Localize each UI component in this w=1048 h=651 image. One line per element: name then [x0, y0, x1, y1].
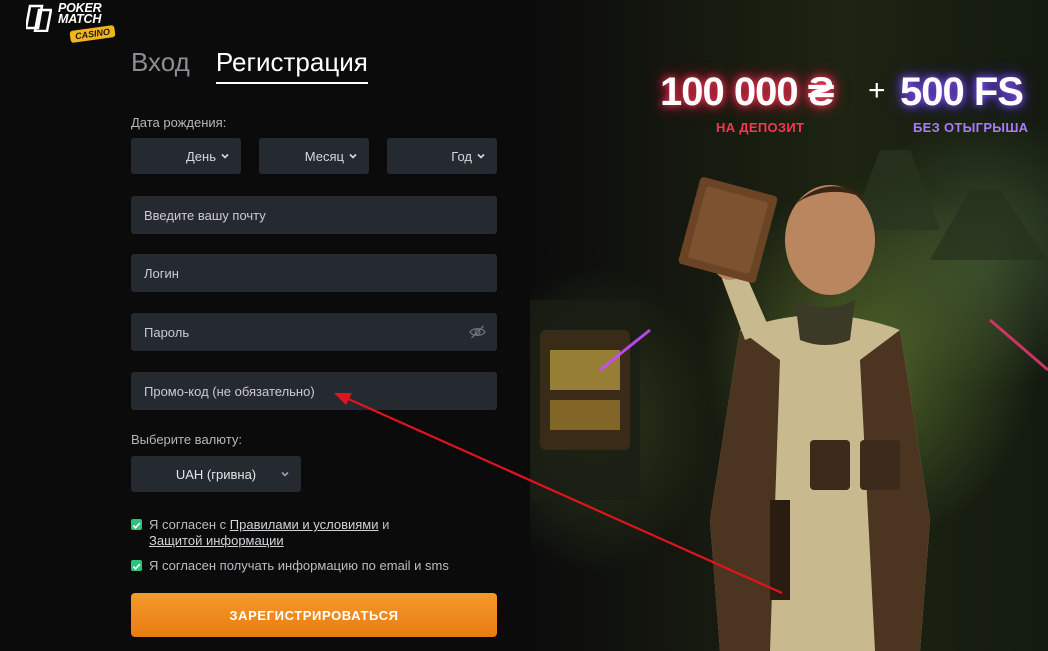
bonus-amount-subtitle: НА ДЕПОЗИТ — [716, 120, 805, 135]
bonus-freespins-subtitle: БЕЗ ОТЫГРЫША — [913, 120, 1029, 135]
email-field[interactable]: Введите вашу почту — [131, 196, 497, 234]
login-field[interactable]: Логин — [131, 254, 497, 292]
brand-logo[interactable]: POKER MATCH CASINO — [26, 1, 116, 44]
chevron-down-icon — [281, 471, 289, 477]
currency-value: UAH (гривна) — [175, 466, 257, 482]
login-placeholder: Логин — [144, 265, 179, 281]
terms-agreement: Я согласен с Правилами и условиями и Защ… — [131, 517, 497, 551]
promo-code-field[interactable]: Промо-код (не обязательно) — [131, 372, 497, 410]
birth-month-select[interactable]: Месяц — [259, 138, 369, 174]
marketing-checkbox[interactable] — [131, 560, 142, 571]
register-button[interactable]: ЗАРЕГИСТРИРОВАТЬСЯ — [131, 593, 497, 637]
registration-page: POKER MATCH CASINO Вход Регистрация Дата… — [0, 0, 1048, 651]
terms-text: Я согласен с Правилами и условиями и — [149, 517, 389, 533]
birthdate-label: Дата рождения: — [131, 115, 227, 130]
birth-year-select[interactable]: Год — [387, 138, 497, 174]
privacy-link[interactable]: Защитой информации — [149, 533, 284, 548]
birth-year-value: Год — [451, 148, 472, 164]
tab-registration[interactable]: Регистрация — [215, 47, 368, 84]
checkmark-icon — [132, 563, 141, 570]
terms-prefix: Я согласен с — [149, 517, 230, 532]
birth-month-value: Месяц — [304, 148, 344, 164]
password-placeholder: Пароль — [144, 324, 190, 340]
promo-code-placeholder: Промо-код (не обязательно) — [144, 383, 315, 399]
birth-day-value: День — [186, 148, 216, 164]
marketing-agreement: Я согласен получать информацию по email … — [131, 558, 497, 574]
promo-banner[interactable]: 100 000 ₴ + 500 FS НА ДЕПОЗИТ БЕЗ ОТЫГРЫ… — [530, 0, 1048, 651]
terms-checkbox[interactable] — [131, 519, 142, 530]
auth-tabs: Вход Регистрация — [131, 47, 368, 84]
chevron-down-icon — [477, 153, 485, 159]
tab-login[interactable]: Вход — [131, 47, 190, 84]
terms-link[interactable]: Правилами и условиями — [230, 517, 379, 532]
bonus-freespins: 500 FS — [900, 70, 1024, 114]
bonus-plus: + — [868, 74, 886, 107]
password-field[interactable]: Пароль — [131, 313, 497, 351]
chevron-down-icon — [349, 153, 357, 159]
terms-and: и — [378, 517, 390, 532]
privacy-text: Защитой информации — [149, 533, 284, 549]
brand-name: POKER MATCH — [58, 1, 102, 26]
pokermatch-logo-icon — [26, 4, 52, 32]
email-placeholder: Введите вашу почту — [144, 207, 266, 223]
eye-off-icon[interactable] — [469, 324, 486, 340]
checkmark-icon — [132, 522, 141, 529]
currency-label: Выберите валюту: — [131, 432, 242, 447]
marketing-text: Я согласен получать информацию по email … — [149, 558, 449, 573]
currency-select[interactable]: UAH (гривна) — [131, 456, 301, 492]
birth-day-select[interactable]: День — [131, 138, 241, 174]
brand-badge: CASINO — [69, 24, 116, 44]
chevron-down-icon — [221, 153, 229, 159]
bonus-amount: 100 000 ₴ — [660, 70, 834, 114]
